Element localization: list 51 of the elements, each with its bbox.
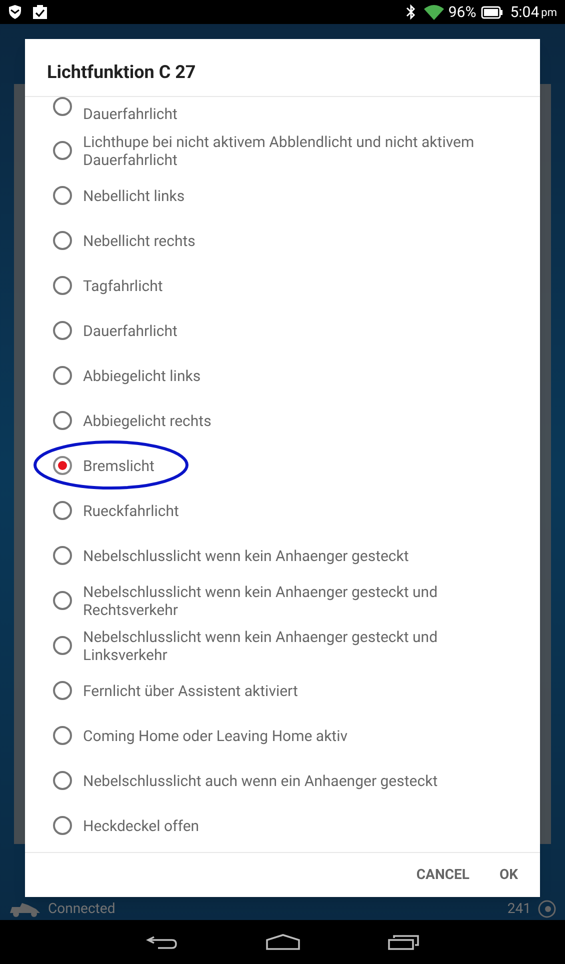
radio-option[interactable]: Dauerfahrlicht — [25, 97, 540, 128]
radio-option[interactable]: Dauerfahrlicht — [25, 308, 540, 353]
radio-button[interactable] — [53, 411, 72, 430]
counter-text: 241 — [507, 900, 531, 918]
bluetooth-icon — [406, 4, 416, 20]
battery-percentage: 96% — [448, 2, 476, 23]
radio-button[interactable] — [53, 591, 72, 610]
radio-button[interactable] — [53, 636, 72, 655]
radio-option[interactable]: Nebelschlusslicht wenn kein Anhaenger gesteckt — [25, 533, 540, 578]
radio-option[interactable]: Lichthupe bei nicht aktivem Abblendlicht und nicht aktivem Dauerfahrlicht — [25, 128, 540, 173]
radio-button[interactable] — [53, 276, 72, 295]
radio-option[interactable]: Rueckfahrlicht — [25, 488, 540, 533]
radio-button[interactable] — [53, 681, 72, 700]
cancel-button[interactable]: CANCEL — [414, 856, 472, 894]
radio-option[interactable]: Bremslicht — [25, 443, 540, 488]
radio-option[interactable]: Nebelschlusslicht wenn kein Anhaenger gesteckt und Rechtsverkehr — [25, 578, 540, 623]
radio-option[interactable]: Nebelschlusslicht wenn kein Anhaenger gesteckt und Linksverkehr — [25, 623, 540, 668]
radio-button[interactable] — [53, 726, 72, 745]
ok-button[interactable]: OK — [497, 856, 520, 894]
clock-ampm: pm — [541, 5, 557, 22]
back-icon[interactable] — [146, 934, 178, 950]
radio-button[interactable] — [53, 97, 72, 116]
radio-button[interactable] — [53, 186, 72, 205]
radio-option[interactable]: Nebellicht links — [25, 173, 540, 218]
radio-button[interactable] — [53, 456, 72, 475]
radio-option[interactable]: Tagfahrlicht — [25, 263, 540, 308]
radio-option[interactable]: Heckdeckel offen — [25, 803, 540, 848]
car-icon — [8, 901, 42, 917]
radio-button[interactable] — [53, 816, 72, 835]
radio-button[interactable] — [53, 321, 72, 340]
radio-button[interactable] — [53, 501, 72, 520]
shield-icon — [8, 5, 22, 19]
radio-option[interactable]: Abbiegelicht links — [25, 353, 540, 398]
wifi-icon — [424, 4, 444, 20]
recent-apps-icon[interactable] — [388, 934, 420, 950]
clock-time: 5:04 — [510, 2, 540, 23]
dialog-title: Lichtfunktion C 27 — [25, 39, 540, 97]
radio-button[interactable] — [53, 141, 72, 160]
radio-button[interactable] — [53, 771, 72, 790]
radio-option[interactable]: Abbiegelicht rechts — [25, 398, 540, 443]
radio-button[interactable] — [53, 366, 72, 385]
radio-option[interactable]: Coming Home oder Leaving Home aktiv — [25, 713, 540, 758]
radio-button[interactable] — [53, 546, 72, 565]
connection-status: Connected — [48, 900, 116, 918]
clipboard-check-icon — [32, 4, 48, 20]
battery-icon — [481, 6, 504, 18]
radio-button[interactable] — [53, 231, 72, 250]
radio-option[interactable]: Nebellicht rechts — [25, 218, 540, 263]
radio-option[interactable]: Nebelschlusslicht auch wenn ein Anhaenger gesteckt — [25, 758, 540, 803]
radio-option[interactable]: Fernlicht über Assistent aktiviert — [25, 668, 540, 713]
home-icon[interactable] — [266, 934, 300, 950]
